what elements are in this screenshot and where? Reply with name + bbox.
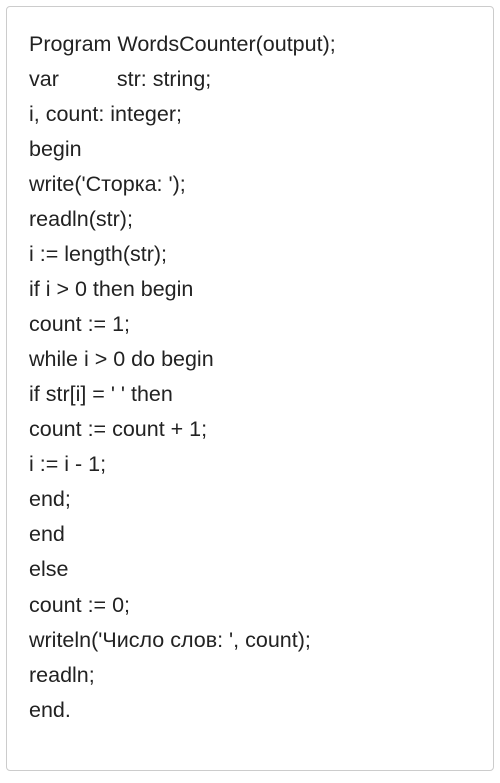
- code-line: readln(str);: [29, 202, 471, 237]
- code-line: else: [29, 552, 471, 587]
- var-decl: str: string;: [117, 67, 211, 91]
- code-line: i := i - 1;: [29, 447, 471, 482]
- code-line: i := length(str);: [29, 237, 471, 272]
- code-line: var str: string;: [29, 62, 471, 97]
- code-line: end: [29, 517, 471, 552]
- code-line: while i > 0 do begin: [29, 342, 471, 377]
- code-line: count := 0;: [29, 588, 471, 623]
- code-line: count := count + 1;: [29, 412, 471, 447]
- code-line: writeln('Число слов: ', count);: [29, 623, 471, 658]
- code-line: begin: [29, 132, 471, 167]
- code-line: if i > 0 then begin: [29, 272, 471, 307]
- code-line: count := 1;: [29, 307, 471, 342]
- code-container: Program WordsCounter(output); var str: st…: [6, 6, 494, 771]
- var-keyword: var: [29, 67, 59, 91]
- code-line: write('Сторка: ');: [29, 167, 471, 202]
- code-line: i, count: integer;: [29, 97, 471, 132]
- code-line: readln;: [29, 658, 471, 693]
- code-line: if str[i] = ' ' then: [29, 377, 471, 412]
- code-line: end.: [29, 693, 471, 728]
- code-line: end;: [29, 482, 471, 517]
- code-line: Program WordsCounter(output);: [29, 27, 471, 62]
